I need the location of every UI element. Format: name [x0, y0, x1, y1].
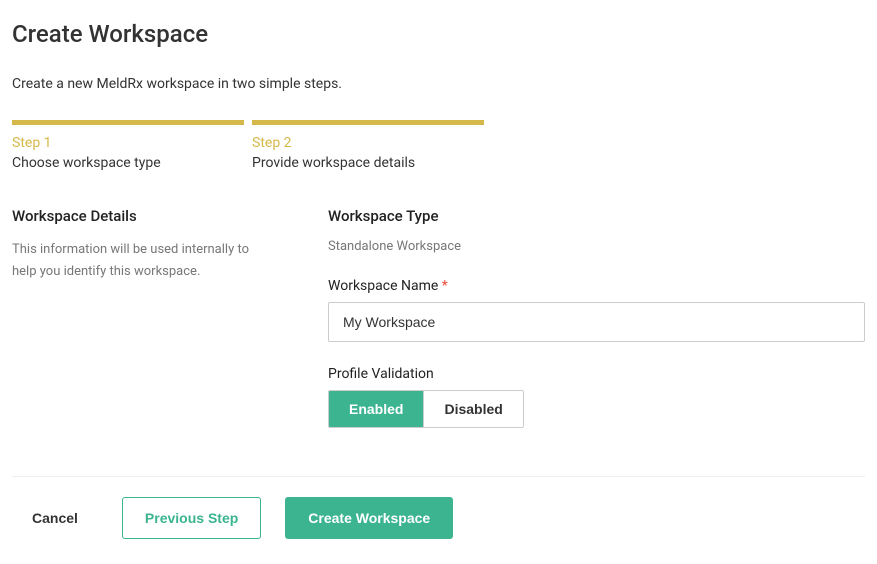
- workspace-type-value: Standalone Workspace: [328, 239, 865, 254]
- workspace-name-label: Workspace Name *: [328, 278, 865, 294]
- step-indicator: Step 1 Choose workspace type Step 2 Prov…: [12, 120, 865, 171]
- form-area: Workspace Details This information will …: [12, 207, 865, 452]
- workspace-name-label-text: Workspace Name: [328, 278, 438, 294]
- step-progress-bar: [12, 120, 244, 125]
- required-indicator: *: [442, 278, 448, 294]
- workspace-type-label: Workspace Type: [328, 207, 865, 225]
- step-2: Step 2 Provide workspace details: [252, 120, 484, 171]
- validation-disabled-button[interactable]: Disabled: [424, 391, 522, 427]
- action-bar: Cancel Previous Step Create Workspace: [12, 497, 865, 539]
- divider: [12, 476, 865, 477]
- page-subtitle: Create a new MeldRx workspace in two sim…: [12, 76, 865, 92]
- step-number: Step 2: [252, 135, 484, 151]
- cancel-button[interactable]: Cancel: [32, 498, 78, 538]
- profile-validation-field: Profile Validation Enabled Disabled: [328, 366, 865, 428]
- step-progress-bar: [252, 120, 484, 125]
- workspace-name-input[interactable]: [328, 302, 865, 342]
- workspace-details-desc: This information will be used internally…: [12, 239, 272, 283]
- page-title: Create Workspace: [12, 20, 865, 48]
- workspace-name-field: Workspace Name *: [328, 278, 865, 342]
- step-label: Provide workspace details: [252, 155, 484, 171]
- profile-validation-label: Profile Validation: [328, 366, 865, 382]
- workspace-details-title: Workspace Details: [12, 207, 272, 225]
- step-number: Step 1: [12, 135, 244, 151]
- validation-enabled-button[interactable]: Enabled: [329, 391, 423, 427]
- previous-step-button[interactable]: Previous Step: [122, 497, 261, 539]
- step-label: Choose workspace type: [12, 155, 244, 171]
- create-workspace-button[interactable]: Create Workspace: [285, 497, 453, 539]
- workspace-type-field: Workspace Type Standalone Workspace: [328, 207, 865, 254]
- step-1: Step 1 Choose workspace type: [12, 120, 244, 171]
- form-column: Workspace Type Standalone Workspace Work…: [328, 207, 865, 452]
- profile-validation-toggle: Enabled Disabled: [328, 390, 524, 428]
- details-column: Workspace Details This information will …: [12, 207, 272, 452]
